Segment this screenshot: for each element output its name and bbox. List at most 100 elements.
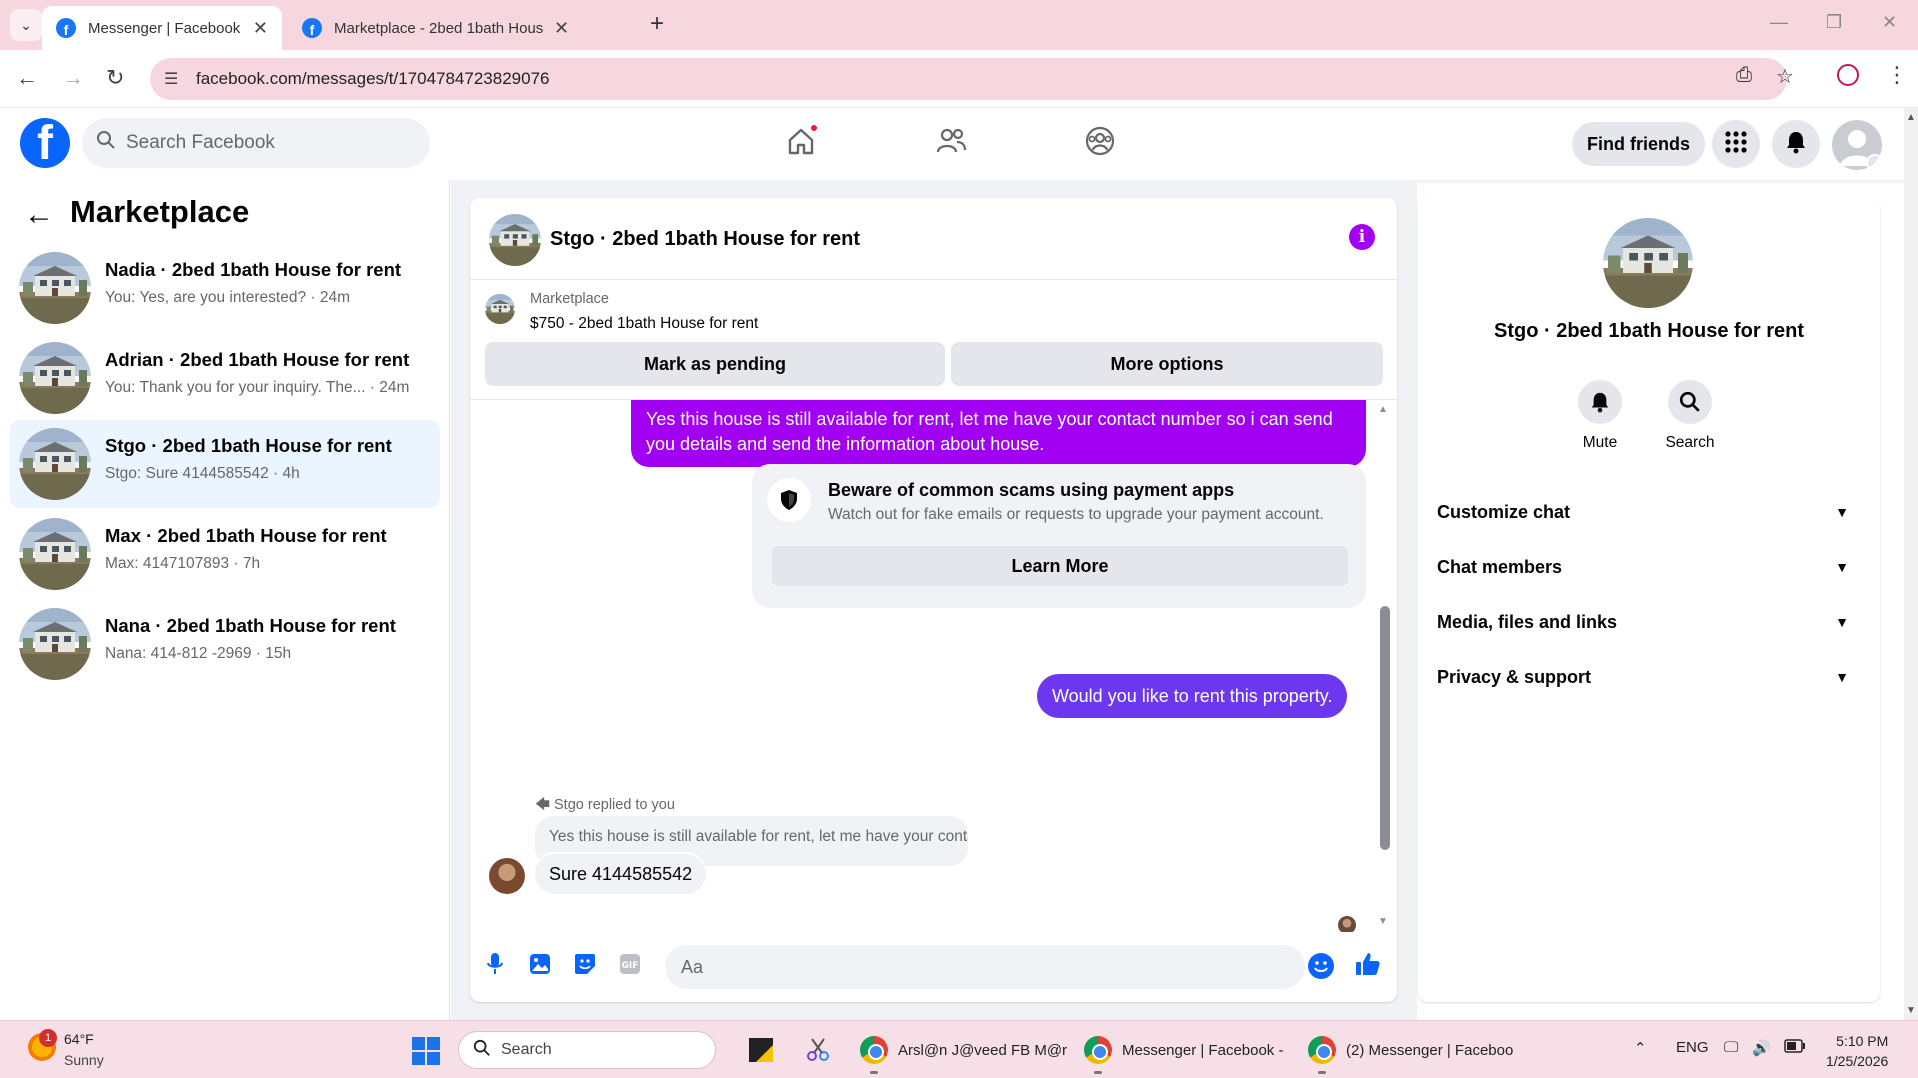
facebook-search[interactable]	[82, 118, 430, 168]
chevron-up-icon[interactable]: ⌃	[1634, 1039, 1647, 1057]
browser-tab-marketplace[interactable]: f Marketplace - 2bed 1bath House for ren…	[288, 6, 638, 50]
install-app-icon[interactable]: ⎙	[1736, 64, 1752, 87]
chevron-down-icon: ⌄	[1866, 154, 1882, 170]
more-options-button[interactable]: More options	[951, 342, 1383, 386]
search-in-chat-button[interactable]: Search	[1645, 380, 1735, 452]
facebook-favicon-icon: f	[56, 18, 76, 38]
scroll-down-icon[interactable]: ▼	[1906, 1005, 1916, 1016]
sender-avatar[interactable]	[489, 858, 525, 894]
weather-condition[interactable]: Sunny	[64, 1052, 104, 1068]
windows-start-icon[interactable]	[412, 1037, 440, 1065]
listing-photo[interactable]	[485, 294, 515, 324]
home-nav[interactable]	[781, 123, 821, 163]
chat-header: Stgo · 2bed 1bath House for rent i	[470, 198, 1397, 280]
battery-icon[interactable]	[1784, 1039, 1806, 1057]
photo-icon[interactable]	[526, 950, 554, 978]
restore-icon[interactable]: ❐	[1826, 12, 1842, 33]
section-customize-chat[interactable]: Customize chat ▼	[1437, 490, 1861, 534]
close-window-icon[interactable]: ✕	[1882, 12, 1897, 33]
page-scrollbar[interactable]: ▲ ▼	[1904, 108, 1918, 1020]
taskbar-search[interactable]: Search	[458, 1031, 716, 1069]
browser-toolbar: ← → ↻ ☰ facebook.com/messages/t/17047847…	[0, 50, 1918, 108]
taskbar-chrome-window[interactable]: (2) Messenger | Faceboo	[1308, 1033, 1513, 1067]
search-input[interactable]	[126, 132, 406, 154]
scroll-up-icon[interactable]: ▲	[1378, 404, 1388, 415]
thumbs-up-icon[interactable]	[1354, 950, 1382, 978]
mark-as-pending-button[interactable]: Mark as pending	[485, 342, 945, 386]
scroll-up-icon[interactable]: ▲	[1906, 112, 1916, 123]
svg-text:GIF: GIF	[622, 961, 639, 971]
account-avatar[interactable]: ⌄	[1832, 120, 1882, 170]
microphone-icon[interactable]	[481, 950, 509, 978]
bookmark-star-icon[interactable]: ☆	[1776, 64, 1794, 89]
close-tab-icon[interactable]: ✕	[253, 18, 268, 39]
back-arrow-icon[interactable]: ←	[16, 65, 38, 91]
section-label: Media, files and links	[1437, 611, 1618, 632]
incoming-message[interactable]: Sure 4144585542	[535, 854, 707, 894]
groups-nav[interactable]	[1080, 123, 1120, 163]
address-bar[interactable]: ☰ facebook.com/messages/t/17047847238290…	[150, 58, 1787, 100]
conversation-item[interactable]: Adrian · 2bed 1bath House for rent You: …	[10, 334, 440, 422]
gif-icon[interactable]: GIF	[616, 950, 644, 978]
scrollbar-thumb[interactable]	[1380, 606, 1390, 850]
section-media-files-links[interactable]: Media, files and links ▼	[1437, 600, 1861, 644]
notifications-button[interactable]	[1772, 120, 1820, 168]
listing-photo[interactable]	[489, 214, 541, 266]
chat-title[interactable]: Stgo · 2bed 1bath House for rent	[550, 228, 860, 251]
site-settings-icon[interactable]: ☰	[164, 69, 184, 89]
section-privacy-support[interactable]: Privacy & support ▼	[1437, 655, 1861, 699]
menu-button[interactable]	[1712, 120, 1760, 168]
info-icon[interactable]: i	[1349, 224, 1375, 250]
conversation-item[interactable]: Nana · 2bed 1bath House for rent Nana: 4…	[10, 600, 440, 688]
find-friends-button[interactable]: Find friends	[1572, 122, 1705, 166]
clock-time: 5:10 PM	[1836, 1033, 1889, 1049]
weather-badge: 1	[39, 1029, 57, 1047]
chat-window: Stgo · 2bed 1bath House for rent i Marke…	[470, 198, 1397, 1002]
sticky-notes-app-icon[interactable]	[748, 1033, 774, 1067]
language-indicator[interactable]: ENG	[1676, 1039, 1709, 1056]
facebook-logo-icon[interactable]: f	[20, 118, 70, 168]
reply-arrow-icon: 🡄	[535, 797, 550, 813]
back-arrow-icon[interactable]: ←	[24, 198, 54, 232]
conversation-item[interactable]: Nadia · 2bed 1bath House for rent You: Y…	[10, 244, 440, 332]
emoji-icon[interactable]	[1308, 953, 1334, 979]
listing-title[interactable]: $750 - 2bed 1bath House for rent	[530, 315, 758, 333]
url-text[interactable]: facebook.com/messages/t/1704784723829076	[196, 69, 549, 89]
forward-arrow-icon[interactable]: →	[62, 65, 84, 91]
outgoing-message[interactable]: Yes this house is still available for re…	[631, 400, 1366, 467]
snipping-tool-app-icon[interactable]	[804, 1033, 832, 1067]
message-input[interactable]	[665, 945, 1305, 989]
listing-photo	[19, 342, 91, 414]
outgoing-message[interactable]: Would you like to rent this property.	[1037, 674, 1348, 718]
volume-icon[interactable]: 🔊	[1752, 1039, 1771, 1057]
reload-icon[interactable]: ↻	[106, 65, 124, 91]
conversation-name: Nadia · 2bed 1bath House for rent	[105, 259, 402, 280]
message-list[interactable]: Yes this house is still available for re…	[470, 400, 1397, 932]
listing-photo	[19, 428, 91, 500]
browser-tab-messenger[interactable]: f Messenger | Facebook ✕	[42, 6, 282, 50]
scroll-down-icon[interactable]: ▼	[1378, 916, 1388, 927]
conversation-item-selected[interactable]: Stgo · 2bed 1bath House for rent Stgo: S…	[10, 420, 440, 508]
friends-nav[interactable]	[931, 123, 971, 163]
profile-icon[interactable]	[1837, 64, 1859, 86]
tab-search-button[interactable]: ⌄	[10, 9, 42, 41]
learn-more-button[interactable]: Learn More	[772, 546, 1348, 586]
sticker-icon[interactable]	[571, 950, 599, 978]
listing-photo	[19, 608, 91, 680]
mute-button[interactable]: Mute	[1555, 380, 1645, 452]
weather-temperature[interactable]: 64°F	[64, 1031, 94, 1047]
conversation-item[interactable]: Max · 2bed 1bath House for rent Max: 414…	[10, 510, 440, 598]
taskbar-chrome-window[interactable]: Messenger | Facebook -	[1084, 1033, 1283, 1067]
sidebar-title: Marketplace	[70, 194, 250, 229]
section-chat-members[interactable]: Chat members ▼	[1437, 545, 1861, 589]
system-clock[interactable]: 5:10 PM 1/25/2026	[1826, 1031, 1888, 1071]
bell-icon	[1785, 130, 1807, 159]
chevron-down-icon: ⌄	[20, 16, 32, 33]
new-tab-icon[interactable]: +	[650, 10, 664, 38]
close-tab-icon[interactable]: ✕	[554, 18, 569, 39]
taskbar-chrome-window[interactable]: Arsl@n J@veed FB M@r	[860, 1033, 1067, 1067]
minimize-icon[interactable]: —	[1770, 12, 1788, 33]
listing-photo[interactable]	[1603, 218, 1693, 308]
browser-menu-icon[interactable]: ⋮	[1886, 62, 1908, 88]
network-icon[interactable]: 🖵	[1724, 1039, 1738, 1056]
